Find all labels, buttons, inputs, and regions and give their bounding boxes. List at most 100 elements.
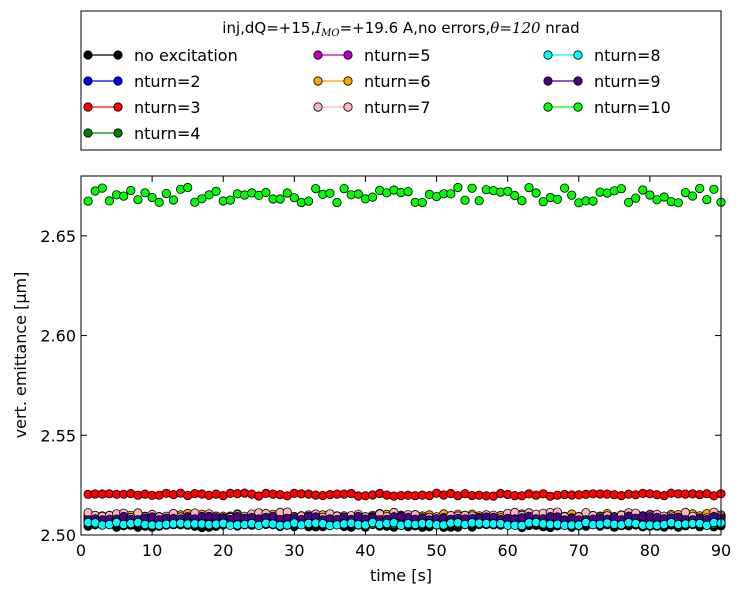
legend-marker [343,102,353,112]
data-point [367,192,378,202]
legend-marker [343,50,353,60]
data-point [183,182,193,193]
legend-marker [573,102,583,112]
x-tick-label: 80 [640,541,660,560]
series-nturn-3 [83,488,726,501]
chart: inj,dQ=+15,IMO=+19.6 A,no errors,θ=120 n… [11,10,731,585]
y-axis-label: vert. emittance [μm] [11,272,30,439]
legend-marker [113,76,123,86]
legend-marker [313,50,323,60]
chart-title: inj,dQ=+15,IMO=+19.6 A,no errors,θ=120 n… [222,19,579,39]
data-point [104,196,115,206]
data-point [168,195,178,205]
data-point [460,195,470,205]
data-point [474,196,484,206]
data-point [588,196,598,206]
x-tick-label: 40 [355,541,375,560]
legend-label: nturn=3 [134,98,201,117]
data-points [83,182,726,533]
data-point [261,187,271,198]
x-tick-label: 60 [497,541,517,560]
legend-marker [543,50,553,60]
legend-marker [113,102,123,112]
data-point [638,185,648,195]
data-point [552,194,563,204]
legend-label: nturn=10 [594,98,671,117]
x-tick-label: 20 [213,541,233,560]
legend-marker [83,50,93,60]
legend-label: nturn=5 [364,46,431,65]
title-theta: θ=120 [490,19,541,37]
legend-marker [83,128,93,138]
legend-marker [543,102,553,112]
title-current-subscript: MO [320,28,339,39]
data-point [211,186,221,196]
legend-label: nturn=8 [594,46,661,65]
x-tick-label: 30 [284,541,304,560]
title-suffix: nrad [541,19,580,37]
data-point [325,188,335,198]
data-point [446,189,456,199]
legend-label: nturn=9 [594,72,661,91]
data-point [559,183,570,193]
legend-marker [313,102,323,112]
x-axis-label: time [s] [370,566,432,585]
legend-marker [543,76,553,86]
data-point [275,194,285,204]
plot-frame [80,175,722,536]
legend-label: nturn=2 [134,72,201,91]
data-point [702,195,712,205]
data-point [126,185,136,196]
plot-area: 0 10 20 30 40 50 60 70 80 90 2.50 2.55 2.60 2.65 [40,175,731,560]
data-point [695,183,705,194]
legend-marker [83,102,93,112]
x-tick-label: 0 [76,541,86,560]
y-tick-label: 2.50 [40,526,76,545]
data-point [417,198,427,208]
data-point [403,187,413,197]
legend-label: no excitation [134,46,238,65]
data-point [339,184,349,194]
data-point [303,196,314,206]
x-tick-label: 10 [142,541,162,560]
data-point [133,195,143,205]
data-point [119,191,129,201]
data-point [687,191,698,201]
data-point [510,190,520,201]
data-point [83,196,93,206]
series-nturn-10 [83,182,726,208]
data-point [567,190,577,200]
x-tick-label: 50 [426,541,446,560]
data-point [631,193,641,203]
legend: inj,dQ=+15,IMO=+19.6 A,no errors,θ=120 n… [80,10,722,151]
x-tick-label: 70 [569,541,589,560]
x-axis-ticks: 0 10 20 30 40 50 60 70 80 90 [76,176,731,560]
legend-label: nturn=6 [364,72,431,91]
title-prefix: inj,dQ=+15, [222,19,315,37]
y-tick-label: 2.55 [40,426,76,445]
data-point [311,184,321,194]
data-point [154,197,164,207]
legend-label: nturn=7 [364,98,431,117]
legend-marker [573,50,583,60]
legend-marker [313,76,323,86]
y-tick-label: 2.65 [40,227,76,246]
data-point [524,183,534,193]
legend-marker [343,76,353,86]
legend-marker [573,76,583,86]
data-point [709,184,719,194]
data-point [531,188,541,198]
x-tick-label: 90 [711,541,731,560]
data-point [467,183,477,193]
y-tick-label: 2.60 [40,327,76,346]
data-point [517,196,527,206]
legend-label: nturn=4 [134,124,201,143]
data-point [97,183,107,193]
data-point [453,182,463,193]
data-point [161,189,171,199]
legend-marker [83,76,93,86]
legend-marker [113,128,123,138]
data-point [673,198,683,208]
data-point [616,184,627,194]
legend-marker [113,50,123,60]
